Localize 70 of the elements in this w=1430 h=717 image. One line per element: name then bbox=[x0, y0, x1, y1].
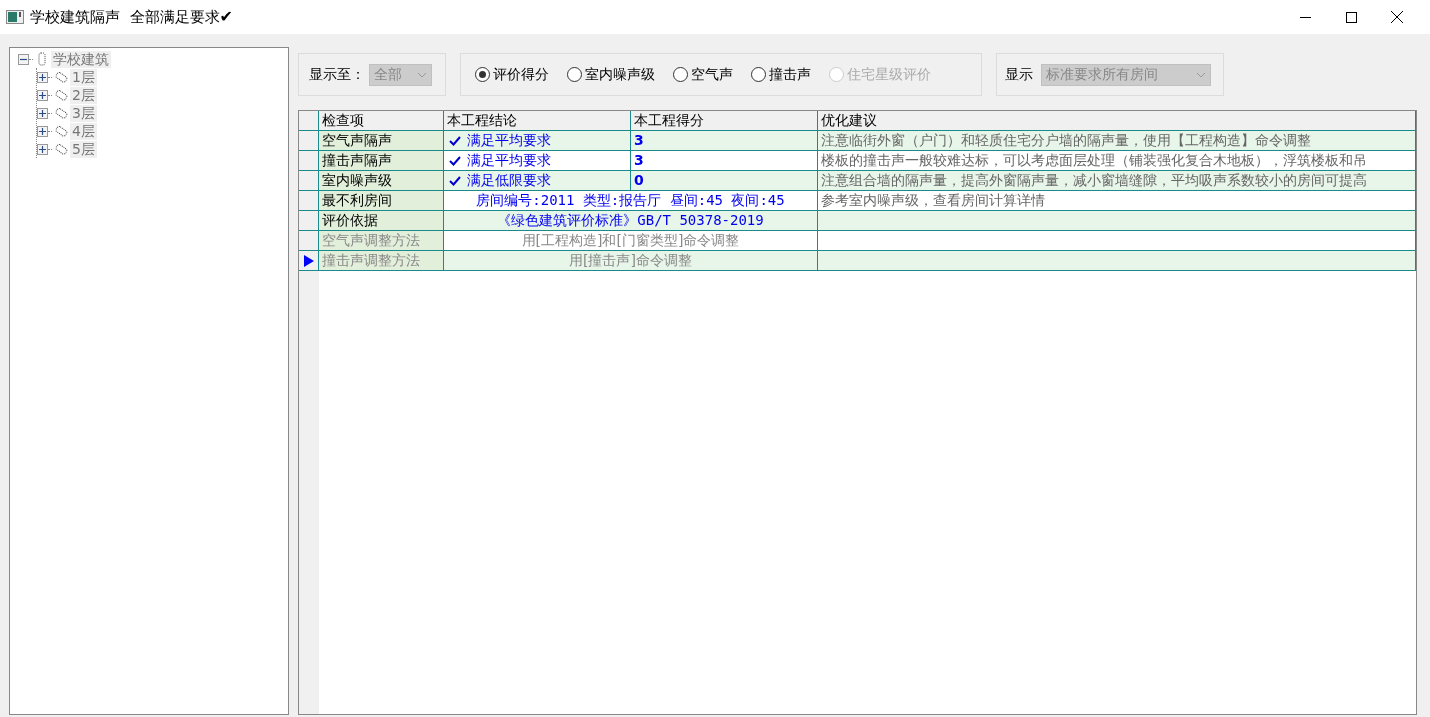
floor-icon bbox=[54, 124, 68, 138]
row-header[interactable] bbox=[299, 231, 319, 251]
close-icon bbox=[1391, 11, 1403, 23]
table-cell: 《绿色建筑评价标准》GB/T 50378-2019 bbox=[444, 211, 818, 231]
display-label: 显示 bbox=[1005, 65, 1033, 84]
advice-cell: 注意组合墙的隔声量，提高外窗隔声量，减小窗墙缝隙，平均吸声系数较小的房间可提高 bbox=[818, 171, 1416, 191]
floor-icon bbox=[54, 106, 68, 120]
row-header[interactable] bbox=[299, 191, 319, 211]
plus-icon bbox=[39, 109, 46, 117]
conclusion-text: 满足低限要求 bbox=[467, 171, 551, 190]
advice-cell: 楼板的撞击声一般较难达标，可以考虑面层处理（铺装强化复合木地板），浮筑楼板和吊 bbox=[818, 151, 1416, 171]
expand-toggle[interactable] bbox=[37, 125, 48, 137]
advice-cell: 参考室内噪声级，查看房间计算详情 bbox=[818, 191, 1416, 211]
row-header[interactable] bbox=[299, 251, 319, 271]
tree-item[interactable]: 1层 bbox=[70, 68, 97, 86]
expand-toggle[interactable] bbox=[37, 71, 48, 83]
tree-item[interactable]: 2层 bbox=[70, 86, 97, 104]
check-icon bbox=[449, 155, 461, 166]
plus-icon bbox=[39, 145, 46, 153]
score-cell: 0 bbox=[631, 171, 818, 191]
maximize-icon bbox=[1345, 11, 1357, 23]
expand-toggle[interactable] bbox=[37, 89, 48, 101]
mode-radio[interactable]: 空气声 bbox=[673, 64, 733, 85]
window-title: 学校建筑隔声 全部满足要求 bbox=[30, 6, 220, 28]
chevron-down-icon bbox=[417, 71, 427, 78]
mode-radio[interactable]: 评价得分 bbox=[475, 64, 549, 85]
score-cell: 3 bbox=[631, 151, 818, 171]
plus-icon bbox=[39, 91, 46, 99]
tree-item[interactable]: 5层 bbox=[70, 140, 97, 158]
mode-radio[interactable]: 室内噪声级 bbox=[567, 64, 655, 85]
tree-item[interactable]: 3层 bbox=[70, 104, 97, 122]
dropdown[interactable]: 全部 bbox=[369, 63, 432, 86]
floor-icon bbox=[54, 70, 68, 84]
building-icon bbox=[35, 52, 49, 66]
check-icon bbox=[449, 135, 461, 146]
conclusion-text: 满足平均要求 bbox=[467, 131, 551, 150]
advice-cell: 注意临街外窗（户门）和轻质住宅分户墙的隔声量，使用【工程构造】命令调整 bbox=[818, 131, 1416, 151]
expand-toggle[interactable] bbox=[37, 107, 48, 119]
table-cell: 房间编号:2011 类型:报告厅 昼间:45 夜间:45 bbox=[444, 191, 818, 211]
mode-radio[interactable]: 撞击声 bbox=[751, 64, 811, 85]
table-cell: 室内噪声级 bbox=[319, 171, 444, 191]
display-to-label: 显示至： bbox=[309, 65, 365, 84]
table-cell: 空气声隔声 bbox=[319, 131, 444, 151]
table-cell: 用[撞击声]命令调整 bbox=[444, 251, 818, 271]
row-header[interactable] bbox=[299, 211, 319, 231]
row-header[interactable] bbox=[299, 171, 319, 191]
collapse-toggle[interactable] bbox=[18, 53, 29, 65]
table-cell: 最不利房间 bbox=[319, 191, 444, 211]
table-cell: 用[工程构造]和[门窗类型]命令调整 bbox=[444, 231, 818, 251]
app-icon bbox=[6, 10, 24, 24]
row-header[interactable] bbox=[299, 151, 319, 171]
current-row-pointer-icon bbox=[303, 254, 314, 267]
tree-item[interactable]: 4层 bbox=[70, 122, 97, 140]
floor-icon bbox=[54, 88, 68, 102]
table-cell: 评价依据 bbox=[319, 211, 444, 231]
table-cell: 撞击声隔声 bbox=[319, 151, 444, 171]
floor-icon bbox=[54, 142, 68, 156]
chevron-down-icon bbox=[1196, 71, 1206, 78]
dropdown[interactable]: 标准要求所有房间 bbox=[1041, 63, 1211, 86]
table-cell: 撞击声调整方法 bbox=[319, 251, 444, 271]
check-mark: ✔ bbox=[219, 6, 233, 28]
table-cell: 空气声调整方法 bbox=[319, 231, 444, 251]
check-icon bbox=[449, 175, 461, 186]
conclusion-text: 满足平均要求 bbox=[467, 151, 551, 170]
row-header[interactable] bbox=[299, 131, 319, 151]
plus-icon bbox=[39, 73, 46, 81]
expand-toggle[interactable] bbox=[37, 143, 48, 155]
tree-item[interactable]: 学校建筑 bbox=[51, 50, 111, 68]
score-cell: 3 bbox=[631, 131, 818, 151]
plus-icon bbox=[39, 127, 46, 135]
